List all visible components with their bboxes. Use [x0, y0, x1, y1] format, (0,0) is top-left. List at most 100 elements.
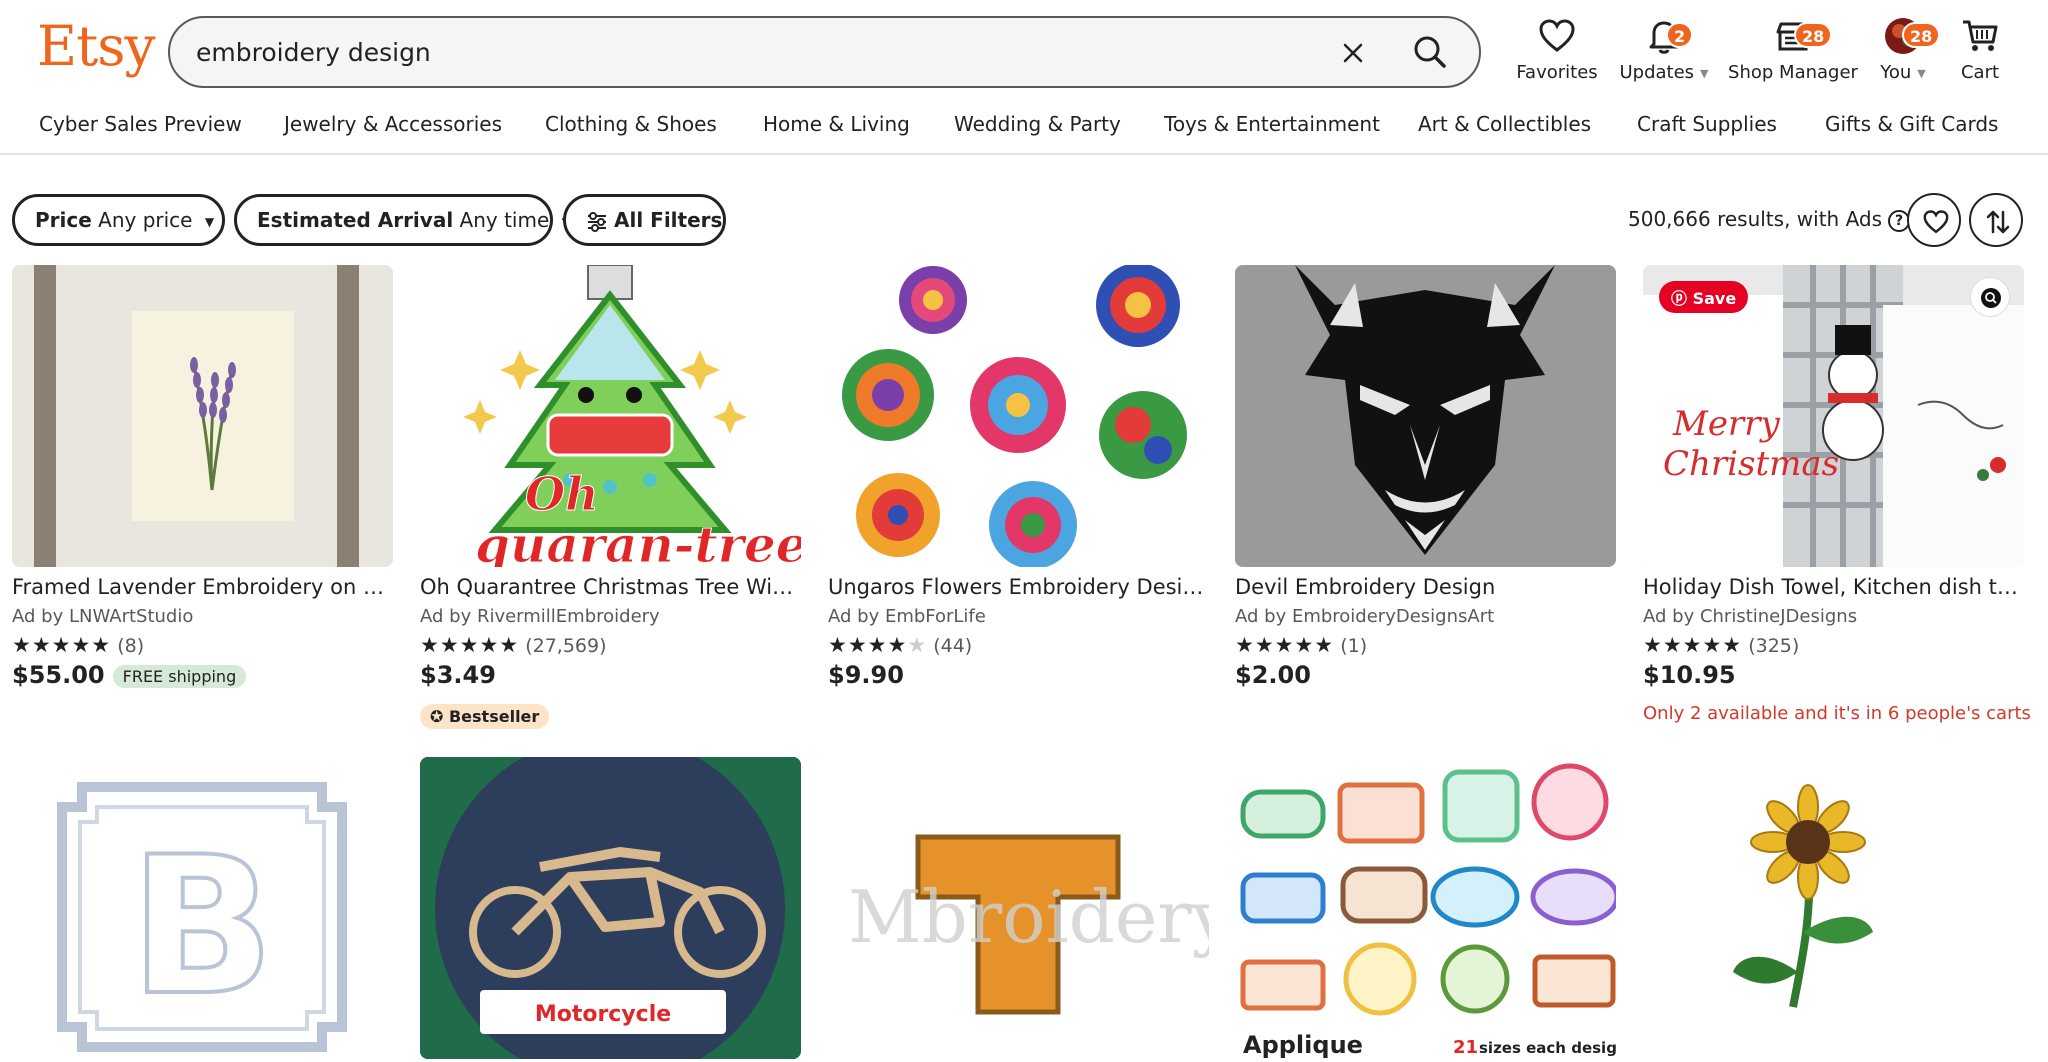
- sort-icon: [1986, 210, 2010, 234]
- camera-search-icon: [1981, 288, 2001, 308]
- sunflower-image: [1643, 757, 2024, 1059]
- listing-image[interactable]: [1643, 757, 2024, 1059]
- listing-image[interactable]: [828, 265, 1209, 567]
- svg-text:Christmas: Christmas: [1663, 444, 1839, 484]
- quarantree-image: Oh quaran-tree: [420, 265, 801, 567]
- shop-manager-button[interactable]: Shop Manager 28: [1728, 16, 1858, 83]
- you-badge: 28: [1902, 22, 1941, 48]
- award-icon: ✪: [430, 707, 444, 726]
- devil-embroidery-image: [1235, 265, 1616, 567]
- review-count: (44): [933, 635, 973, 657]
- category-cyber-sales-preview[interactable]: Cyber Sales Preview: [39, 112, 242, 136]
- category-nav: Cyber Sales Preview Jewelry & Accessorie…: [0, 108, 2048, 144]
- header-actions: Favorites Updates ▼ 2 Shop Manager 28 You…: [0, 0, 2048, 90]
- listing-image[interactable]: Motorcycle: [420, 757, 801, 1059]
- monogram-b-image: B: [12, 757, 393, 1059]
- pinterest-save-button[interactable]: ⓟ Save: [1659, 281, 1749, 313]
- save-label: Save: [1692, 289, 1737, 308]
- star-rating-icon: ★★★★★: [1235, 633, 1335, 657]
- all-filters-button[interactable]: All Filters: [563, 194, 726, 246]
- heart-icon: [1923, 210, 1949, 234]
- cart-label: Cart: [1960, 62, 2000, 83]
- bestseller-label: Bestseller: [448, 707, 540, 726]
- listing-title[interactable]: Oh Quarantree Christmas Tree With ...: [420, 575, 801, 599]
- category-craft-supplies[interactable]: Craft Supplies: [1637, 112, 1777, 136]
- listing-shop[interactable]: Ad by LNWArtStudio: [12, 606, 193, 627]
- listing-shop[interactable]: Ad by EmbForLife: [828, 606, 986, 627]
- listing-title[interactable]: Ungaros Flowers Embroidery Desig...: [828, 575, 1209, 599]
- listing-image[interactable]: Applique 21 sizes each design: [1235, 757, 1616, 1059]
- site-header: Etsy Favorites Updates▼ 2 Shop Manager 2…: [0, 0, 2048, 155]
- listing-price: $55.00: [12, 661, 105, 689]
- updates-badge: 2: [1666, 22, 1694, 48]
- price-filter-button[interactable]: Price Any price ▼: [12, 194, 225, 246]
- results-text: 500,666 results, with Ads: [1628, 207, 1883, 231]
- cart-button[interactable]: Cart: [1952, 16, 2008, 83]
- listing-image[interactable]: Oh quaran-tree: [420, 265, 801, 567]
- you-label-wrap: You ▼: [1870, 62, 1936, 83]
- lavender-embroidery-image: [12, 265, 393, 567]
- image-text-applique: Applique: [1243, 1031, 1363, 1059]
- results-count: 500,666 results, with Ads?: [1628, 207, 1911, 232]
- listing-rating: ★★★★★ (44): [828, 633, 972, 657]
- category-clothing-shoes[interactable]: Clothing & Shoes: [545, 112, 717, 136]
- star-rating-icon: ★★★★★: [828, 633, 928, 657]
- review-count: (8): [117, 635, 145, 657]
- letter-t-image: Mbroidery: [828, 757, 1209, 1059]
- heart-icon: [1539, 19, 1575, 52]
- review-count: (27,569): [525, 635, 607, 657]
- review-count: (325): [1748, 635, 1800, 657]
- updates-button[interactable]: Updates ▼ 2: [1616, 16, 1712, 83]
- updates-label-wrap: Updates ▼: [1616, 62, 1712, 83]
- updates-label: Updates: [1619, 62, 1695, 83]
- chevron-down-icon: ▼: [1917, 66, 1926, 80]
- shop-manager-label: Shop Manager: [1728, 62, 1858, 83]
- listing-image[interactable]: Merry Christmas ⓟ Save: [1643, 265, 2024, 567]
- category-home-living[interactable]: Home & Living: [763, 112, 910, 136]
- listing-shop[interactable]: Ad by ChristineJDesigns: [1643, 606, 1857, 627]
- sort-button[interactable]: [1969, 193, 2023, 247]
- shop-manager-badge: 28: [1794, 22, 1833, 48]
- save-search-button[interactable]: [1907, 193, 1961, 247]
- applique-frames-image: Applique 21 sizes each design: [1235, 757, 1616, 1059]
- listing-shop[interactable]: Ad by RivermillEmbroidery: [420, 606, 660, 627]
- listing-shop[interactable]: Ad by EmbroideryDesignsArt: [1235, 606, 1494, 627]
- visual-search-button[interactable]: [1970, 277, 2010, 317]
- listing-title[interactable]: Devil Embroidery Design: [1235, 575, 1616, 599]
- image-text-b: B: [130, 816, 275, 1037]
- listing-price: $3.49: [420, 661, 496, 689]
- low-stock-notice: Only 2 available and it's in 6 people's …: [1643, 703, 2031, 724]
- listing-price: $9.90: [828, 661, 904, 689]
- image-text-oh: Oh: [525, 467, 599, 521]
- listing-image[interactable]: [1235, 265, 1616, 567]
- listing-rating: ★★★★★ (325): [1643, 633, 1799, 657]
- category-gifts-gift-cards[interactable]: Gifts & Gift Cards: [1825, 112, 1998, 136]
- all-filters-label: All Filters: [614, 208, 723, 232]
- arrival-filter-label: Estimated Arrival: [257, 208, 454, 232]
- image-text-sizes: sizes each design: [1479, 1039, 1616, 1057]
- listing-image[interactable]: Mbroidery: [828, 757, 1209, 1059]
- listing-title[interactable]: Framed Lavender Embroidery on Ca...: [12, 575, 393, 599]
- category-jewelry-accessories[interactable]: Jewelry & Accessories: [284, 112, 502, 136]
- category-art-collectibles[interactable]: Art & Collectibles: [1418, 112, 1591, 136]
- category-toys-entertainment[interactable]: Toys & Entertainment: [1164, 112, 1380, 136]
- price-filter-label: Price: [35, 208, 92, 232]
- image-text-sizes-number: 21: [1453, 1037, 1478, 1058]
- review-count: (1): [1340, 635, 1368, 657]
- listing-image[interactable]: B: [12, 757, 393, 1059]
- listing-title[interactable]: Holiday Dish Towel, Kitchen dish to...: [1643, 575, 2024, 599]
- arrival-filter-button[interactable]: Estimated Arrival Any time ▼: [234, 194, 571, 246]
- star-rating-icon: ★★★★★: [420, 633, 520, 657]
- listing-image[interactable]: [12, 265, 393, 567]
- pinterest-icon: ⓟ: [1671, 289, 1688, 308]
- category-wedding-party[interactable]: Wedding & Party: [954, 112, 1121, 136]
- favorites-button[interactable]: Favorites: [1516, 16, 1598, 83]
- star-rating-icon: ★★★★★: [1643, 633, 1743, 657]
- free-shipping-badge: FREE shipping: [112, 664, 247, 688]
- listing-price: $10.95: [1643, 661, 1736, 689]
- you-button[interactable]: You ▼ 28: [1870, 16, 1941, 83]
- folk-flowers-image: [828, 265, 1209, 567]
- favorites-label: Favorites: [1516, 62, 1598, 83]
- image-text-watermark: Mbroidery: [848, 875, 1209, 959]
- you-label: You: [1880, 62, 1912, 83]
